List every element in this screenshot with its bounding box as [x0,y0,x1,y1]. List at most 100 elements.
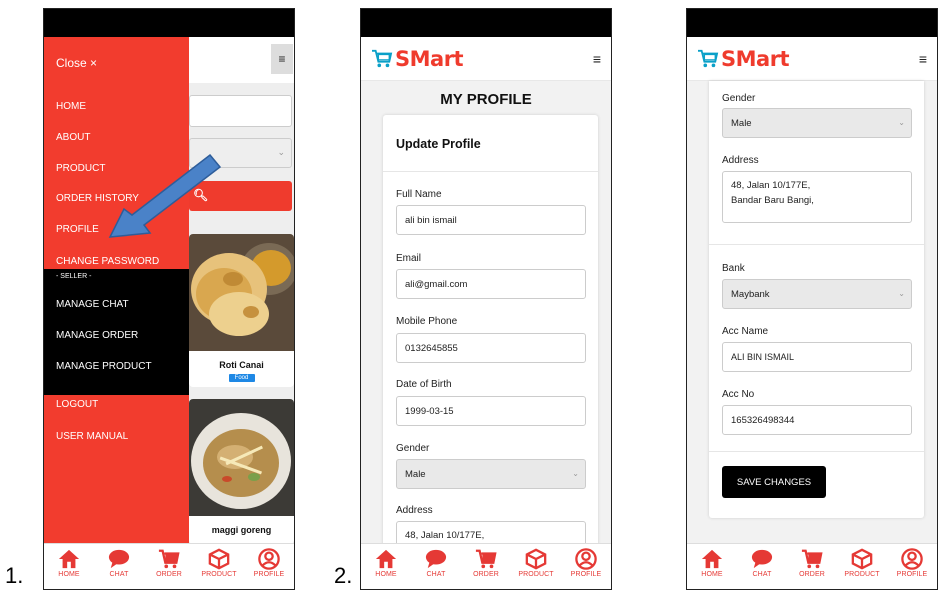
nav-order[interactable]: ORDER [146,548,192,578]
nav-order[interactable]: ORDER [463,548,509,578]
roti-canai-image [189,234,294,351]
nav-label-product: PRODUCT [201,571,237,578]
acc-name-input[interactable]: ALI BIN ISMAIL [722,342,912,372]
chevron-down-icon: ⌄ [277,147,285,157]
update-profile-card: Update Profile Full Name ali bin ismail … [383,115,598,561]
cart-icon [801,549,823,569]
address-line-1: 48, Jalan 10/177E, [405,530,485,541]
address-textarea[interactable]: 48, Jalan 10/177E, Bandar Baru Bangi, [722,171,912,223]
bank-select[interactable]: Maybank ⌄ [722,279,912,309]
app-logo[interactable]: SMart [697,46,790,71]
chat-icon [425,549,447,569]
user-icon [575,548,597,570]
nav-label-home: HOME [375,571,397,578]
user-icon [258,548,280,570]
hamburger-menu-button[interactable]: ≡ [593,51,601,67]
nav-product[interactable]: PRODUCT [839,548,885,578]
product-card[interactable]: Roti Canai Food [189,234,294,387]
address-label: Address [396,505,433,516]
hamburger-menu-button[interactable]: ≡ [271,44,293,74]
save-changes-button[interactable]: SAVE CHANGES [722,466,826,498]
seller-section: - SELLER - MANAGE CHAT MANAGE ORDER MANA… [44,269,189,395]
nav-chat[interactable]: CHAT [739,548,785,578]
bottom-nav: HOME CHAT ORDER PRODUCT PROFILE [361,543,611,589]
box-icon [851,548,873,570]
cart-icon [372,49,393,67]
address-line-2: Bandar Baru Bangi, [731,195,814,206]
nav-label-order: ORDER [473,571,499,578]
drawer-close-button[interactable]: Close × [56,56,97,70]
nav-label-product: PRODUCT [844,571,880,578]
nav-home[interactable]: HOME [46,548,92,578]
home-icon [701,549,723,569]
drawer-item-change-password[interactable]: CHANGE PASSWORD [56,256,159,267]
divider [709,244,924,245]
bottom-nav: HOME CHAT ORDER PRODUCT PROFILE [687,543,937,589]
nav-home[interactable]: HOME [689,548,735,578]
drawer-item-about[interactable]: ABOUT [56,132,90,143]
nav-product[interactable]: PRODUCT [196,548,242,578]
gender-value: Male [731,118,752,129]
acc-no-input[interactable]: 165326498344 [722,405,912,435]
nav-label-home: HOME [701,571,723,578]
drawer-item-manage-product[interactable]: MANAGE PRODUCT [56,361,152,372]
full-name-input[interactable]: ali bin ismail [396,205,586,235]
nav-label-profile: PROFILE [570,571,602,578]
nav-chat[interactable]: CHAT [413,548,459,578]
nav-order[interactable]: ORDER [789,548,835,578]
drawer-item-manage-chat[interactable]: MANAGE CHAT [56,299,129,310]
logo-text: SMart [395,46,464,71]
phone-screen-menu: ≡ ⌄ 🔍︎ Roti Canai Food maggi goreng Clos… [43,8,295,590]
chevron-down-icon: ⌄ [898,118,905,127]
maggi-goreng-image [189,399,294,516]
app-header: SMart ≡ [687,37,937,81]
address-label: Address [722,155,759,166]
email-input[interactable]: ali@gmail.com [396,269,586,299]
nav-profile[interactable]: PROFILE [246,548,292,578]
nav-label-order: ORDER [156,571,182,578]
nav-chat[interactable]: CHAT [96,548,142,578]
home-icon [58,549,80,569]
nav-home[interactable]: HOME [363,548,409,578]
drawer-item-user-manual[interactable]: USER MANUAL [56,431,128,442]
drawer-item-logout[interactable]: LOGOUT [56,399,98,410]
update-profile-card: Gender Male ⌄ Address 48, Jalan 10/177E,… [709,81,924,518]
chevron-down-icon: ⌄ [572,469,579,478]
search-input[interactable] [189,95,292,127]
chat-icon [751,549,773,569]
drawer-item-product[interactable]: PRODUCT [56,163,105,174]
category-badge: Food [228,374,255,382]
step-number-2: 2. [334,563,353,588]
home-icon [375,549,397,569]
gender-label: Gender [722,93,756,104]
status-bar [687,9,937,37]
card-heading: Update Profile [396,137,481,151]
pointer-arrow-icon [108,153,222,238]
box-icon [525,548,547,570]
nav-label-chat: CHAT [109,571,129,578]
mobile-phone-input[interactable]: 0132645855 [396,333,586,363]
phone-screen-profile-bottom: SMart ≡ Gender Male ⌄ Address 48, Jalan … [686,8,938,590]
drawer-item-profile[interactable]: PROFILE [56,224,99,235]
dob-label: Date of Birth [396,379,452,390]
drawer-item-manage-order[interactable]: MANAGE ORDER [56,330,138,341]
app-logo[interactable]: SMart [371,46,464,71]
dob-input[interactable]: 1999-03-15 [396,396,586,426]
status-bar [361,9,611,37]
nav-label-profile: PROFILE [896,571,928,578]
logo-text: SMart [721,46,790,71]
nav-profile[interactable]: PROFILE [563,548,609,578]
nav-product[interactable]: PRODUCT [513,548,559,578]
nav-profile[interactable]: PROFILE [889,548,935,578]
email-label: Email [396,253,422,264]
nav-label-home: HOME [58,571,80,578]
drawer-item-home[interactable]: HOME [56,101,86,112]
gender-select[interactable]: Male ⌄ [396,459,586,489]
gender-select[interactable]: Male ⌄ [722,108,912,138]
product-card[interactable]: maggi goreng [189,399,294,544]
box-icon [208,548,230,570]
nav-label-chat: CHAT [752,571,772,578]
bank-label: Bank [722,263,745,274]
bank-value: Maybank [731,289,770,300]
hamburger-menu-button[interactable]: ≡ [919,51,927,67]
